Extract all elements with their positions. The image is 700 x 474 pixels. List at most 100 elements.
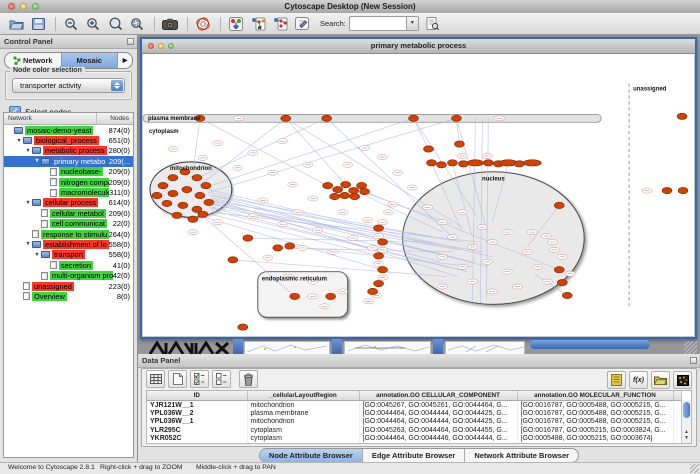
tree-column-network[interactable]: Network — [4, 113, 97, 124]
table-cell[interactable]: [GO:0016787, GO:0005215, GO:0003824, G..… — [517, 426, 673, 434]
import-attributes-folder-icon[interactable] — [651, 371, 670, 389]
tree-row[interactable]: nucleobase-209(0) — [4, 167, 133, 177]
tree-row[interactable]: cell communicat22(0) — [4, 219, 133, 229]
copy-network-icon[interactable] — [270, 15, 290, 33]
minimize-window-button[interactable] — [20, 3, 27, 10]
table-cell[interactable]: [GO:0044464, GO:0044444, GO:0044425, G..… — [359, 443, 517, 444]
attribute-matrix-icon[interactable] — [673, 371, 692, 389]
tree-row[interactable]: Overview8(0) — [4, 291, 133, 301]
table-row[interactable]: YDR039C__1mitochondrion[GO:0044464, GO:0… — [147, 443, 682, 444]
open-file-button[interactable] — [6, 15, 26, 33]
table-cell[interactable]: mitochondrion — [247, 443, 359, 444]
zoom-fit-icon[interactable] — [105, 15, 125, 33]
vizmapper-icon[interactable] — [226, 15, 246, 33]
table-cell[interactable]: [GO:0016787, GO:0005488, GO:0005215, G..… — [517, 443, 673, 444]
table-cell[interactable] — [673, 443, 682, 444]
tree-row[interactable]: nitrogen compo209(0) — [4, 177, 133, 187]
table-cell[interactable]: [GO:0016787, GO:0005488, GO:0005215, G..… — [517, 418, 673, 426]
tree-row[interactable]: secretion41(0) — [4, 260, 133, 270]
table-cell[interactable]: YDR039C__1 — [147, 443, 247, 444]
tree-row[interactable]: mosaic-demo-yeast874(0) — [4, 125, 133, 135]
select-all-attributes-icon[interactable] — [190, 370, 209, 388]
table-cell[interactable]: YJR121W__1 — [147, 401, 247, 410]
app-resize-grip[interactable] — [690, 464, 699, 473]
table-scrollbar-arrows[interactable]: ▲▼ — [682, 429, 691, 443]
tab-edge-attribute-browser[interactable]: Edge Attribute Browser — [363, 449, 465, 462]
tab-mosaic[interactable]: Mosaic — [62, 53, 119, 68]
tab-overflow-arrow[interactable]: ▶ — [118, 53, 132, 68]
select-attributes-icon[interactable] — [146, 370, 165, 388]
disclosure-triangle-icon[interactable]: ▼ — [33, 158, 41, 164]
annotation-icon[interactable] — [292, 15, 312, 33]
tree-row[interactable]: ▼biological_process651(0) — [4, 135, 133, 145]
zoom-view-button[interactable] — [168, 43, 174, 49]
float-panel-icon[interactable] — [127, 38, 134, 45]
table-cell[interactable]: [GO:0044464, GO:0044444, GO:0044425, G..… — [359, 418, 517, 426]
tree-column-nodes[interactable]: Nodes — [97, 113, 133, 124]
table-cell[interactable]: [GO:0044464, GO:0044444, GO:0044425, G..… — [359, 409, 517, 417]
table-cell[interactable]: YKR052C — [147, 435, 247, 443]
tab-network[interactable]: Network — [5, 53, 62, 68]
tree-row[interactable]: ▼establishment of lo558(0) — [4, 239, 133, 249]
snapshot-camera-icon[interactable] — [160, 15, 180, 33]
close-window-button[interactable] — [8, 3, 15, 10]
tree-row[interactable]: multi-organism pro42(0) — [4, 270, 133, 280]
table-cell[interactable]: [GO:0045267, GO:0045261, GO:0044464, G..… — [359, 401, 517, 410]
table-scrollbar[interactable]: ▲▼ — [681, 400, 691, 443]
table-cell[interactable]: [GO:0016787, GO:0005488, GO:0005215, G..… — [517, 409, 673, 417]
table-row[interactable]: YLR295Ccytoplasm[GO:0045263, GO:0044464,… — [147, 426, 682, 434]
table-cell[interactable]: mitochondrion — [247, 401, 359, 410]
network-window-titlebar[interactable]: primary metabolic process — [142, 39, 695, 54]
zoom-window-button[interactable] — [32, 3, 39, 10]
tree-row[interactable]: cellular metabol209(0) — [4, 208, 133, 218]
table-cell[interactable]: [GO:0016787, GO:0005488, GO:0005215, G..… — [517, 401, 673, 410]
network-canvas[interactable]: plasma membranecytoplasmmitochondrionnuc… — [143, 54, 694, 336]
tree-row[interactable]: ▼primary metabo209(... — [4, 156, 133, 166]
attribute-batch-editor-icon[interactable] — [607, 371, 626, 389]
table-cell[interactable]: YPL036W__1 — [147, 418, 247, 426]
table-row[interactable]: YKR052Ccytoplasm[GO:0044464, GO:0044446,… — [147, 435, 682, 443]
minimize-view-button[interactable] — [158, 43, 164, 49]
disclosure-triangle-icon[interactable]: ▼ — [24, 200, 32, 206]
help-lifering-icon[interactable] — [193, 15, 213, 33]
column-header[interactable]: annotation.GO MOLECULAR_FUNCTION — [517, 391, 673, 401]
table-scrollbar-thumb[interactable] — [683, 402, 690, 418]
column-header[interactable]: _cellularLayoutRegion — [247, 391, 359, 401]
tree-row[interactable]: unassigned223(0) — [4, 281, 133, 291]
tab-network-attribute-browser[interactable]: Network Attribute Browser — [465, 449, 578, 462]
disclosure-triangle-icon[interactable]: ▼ — [24, 241, 32, 247]
table-cell[interactable]: [GO:0045263, GO:0044464, GO:0044455, G..… — [359, 426, 517, 434]
tree-row[interactable]: response to stimulu264(0) — [4, 229, 133, 239]
table-row[interactable]: YJR121W__1mitochondrion[GO:0045267, GO:0… — [147, 401, 682, 410]
table-cell[interactable]: [GO:0005488, GO:0005215, GO:0003674] — [517, 435, 673, 443]
window-resize-grip[interactable] — [684, 341, 697, 354]
close-view-button[interactable] — [148, 43, 154, 49]
disclosure-triangle-icon[interactable]: ▼ — [24, 148, 32, 154]
disclosure-triangle-icon[interactable]: ▼ — [33, 252, 41, 258]
create-attribute-icon[interactable] — [168, 370, 187, 388]
horizontal-scrollbar-thumb[interactable] — [530, 340, 650, 349]
table-row[interactable]: YPL036W__1mitochondrion[GO:0044464, GO:0… — [147, 418, 682, 426]
float-panel-icon[interactable] — [690, 357, 697, 364]
disclosure-triangle-icon[interactable]: ▼ — [15, 138, 23, 144]
table-cell[interactable]: YLR295C — [147, 426, 247, 434]
table-cell[interactable]: plasma membrane — [247, 409, 359, 417]
tree-row[interactable]: ▼cellular process614(0) — [4, 198, 133, 208]
table-cell[interactable]: cytoplasm — [247, 435, 359, 443]
table-cell[interactable]: [GO:0044464, GO:0044446, GO:0044444, G..… — [359, 435, 517, 443]
tab-node-attribute-browser[interactable]: Node Attribute Browser — [260, 449, 363, 462]
table-cell[interactable]: mitochondrion — [247, 418, 359, 426]
table-cell[interactable]: cytoplasm — [247, 426, 359, 434]
column-header[interactable]: ID — [147, 391, 247, 401]
search-dropdown-arrow[interactable]: ▼ — [406, 17, 418, 30]
function-builder-icon[interactable]: f(x) — [629, 371, 648, 389]
zoom-in-icon[interactable] — [83, 15, 103, 33]
tree-row[interactable]: ▼transport558(0) — [4, 250, 133, 260]
search-advanced-icon[interactable] — [423, 15, 443, 33]
zoom-out-icon[interactable] — [61, 15, 81, 33]
attribute-table-header[interactable]: ID_cellularLayoutRegionannotation.GO CEL… — [147, 391, 682, 401]
network-graph[interactable]: plasma membranecytoplasmmitochondrionnuc… — [143, 54, 694, 336]
node-color-dropdown[interactable]: transporter activity — [12, 78, 125, 93]
layout-network-icon[interactable] — [248, 15, 268, 33]
tree-row[interactable]: macromolecule311(0) — [4, 187, 133, 197]
